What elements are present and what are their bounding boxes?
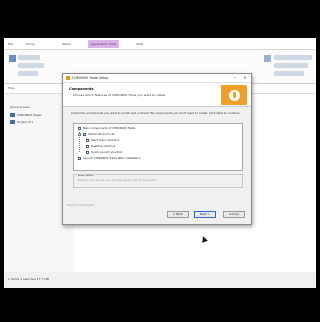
component-label: Quick Launch shortcut [91,150,123,154]
logo-mark-icon [228,89,240,101]
folder-icon [10,120,15,124]
header-subtitle: Choose which features of CHRONOS Trade y… [73,93,167,97]
ribbon-button[interactable] [18,71,38,76]
description-box: Description Position your mouse over a c… [73,173,243,188]
nav-item-project[interactable]: Project (F:) [10,119,33,125]
component-checkbox[interactable] [86,150,89,154]
component-checkbox[interactable] [86,138,89,142]
component-checkbox[interactable] [78,126,81,130]
status-text: 2 items 1 selected 17.7 MB [8,277,49,281]
tab-view[interactable]: View [136,40,143,48]
chronos-logo [221,85,247,105]
ribbon-tabs: File Home Share Application Tools View [4,38,316,50]
component-label: Desktop shortcut [91,144,116,148]
component-checkbox[interactable] [78,156,81,160]
tab-file[interactable]: File [8,40,13,48]
folder-icon [10,113,15,117]
tab-application-tools[interactable]: Application Tools [88,40,120,48]
nav-item-label: Project (F:) [17,120,34,124]
nav-item-chronos-paper[interactable]: CHRONOS Paper [10,112,42,118]
header-title: Components [69,87,94,91]
app-icon [66,76,70,80]
installer-dialog: CHRONOS Trade Setup – × Components Choos… [62,73,252,225]
description-label: Description [77,173,95,177]
component-label: Launch CHRONOS Trade after installation [83,156,141,160]
desktop-screen: File Home Share Application Tools View F… [4,38,316,288]
component-item[interactable]: Main components of CHRONOS Trade [78,126,135,130]
component-item[interactable]: Quick Launch shortcut [86,150,122,154]
tab-home[interactable]: Home [26,40,35,48]
ribbon-button[interactable] [18,55,40,60]
dialog-titlebar[interactable]: CHRONOS Trade Setup – × [63,74,251,83]
dialog-title: CHRONOS Trade Setup [72,76,109,80]
dialog-description: Check the components you want to install… [71,111,241,115]
dialog-footer: < Back Next > Cancel [63,204,251,224]
nav-item-label: Quick access [10,105,30,109]
nav-item-quick-access[interactable]: Quick access [10,104,30,110]
status-bar: 2 items 1 selected 17.7 MB [4,272,316,288]
ribbon-button[interactable] [274,55,312,60]
nav-item-label: CHRONOS Paper [17,113,42,117]
description-text: Position your mouse over a component to … [78,179,158,182]
component-checkbox[interactable] [83,132,86,136]
collapse-icon[interactable]: − [78,132,81,136]
close-icon[interactable]: × [241,75,249,81]
component-item[interactable]: Launch CHRONOS Trade after installation [78,156,141,160]
component-item[interactable]: − Shortcuts and links [78,132,115,136]
ribbon-button[interactable] [274,63,308,68]
next-button[interactable]: Next > [194,211,216,218]
component-label: Main components of CHRONOS Trade [83,126,136,130]
back-button[interactable]: < Back [167,211,189,218]
component-label: Start menu shortcut [91,138,120,142]
dialog-body: Check the components you want to install… [63,108,251,207]
tab-share[interactable]: Share [62,40,71,48]
pin-icon[interactable] [9,55,16,62]
component-label: Shortcuts and links [88,132,115,136]
dialog-header: Components Choose which features of CHRO… [63,83,251,107]
components-tree[interactable]: Main components of CHRONOS Trade − Short… [73,123,243,171]
ribbon-button[interactable] [274,71,304,76]
cancel-button[interactable]: Cancel [223,211,245,218]
component-item[interactable]: Start menu shortcut [86,138,119,142]
minimize-icon[interactable]: – [231,75,239,81]
video-frame: File Home Share Application Tools View F… [0,0,320,322]
properties-icon[interactable] [264,55,271,62]
ribbon-button[interactable] [18,63,44,68]
component-item[interactable]: Desktop shortcut [86,144,115,148]
address-text: Files [8,86,15,90]
component-checkbox[interactable] [86,144,89,148]
